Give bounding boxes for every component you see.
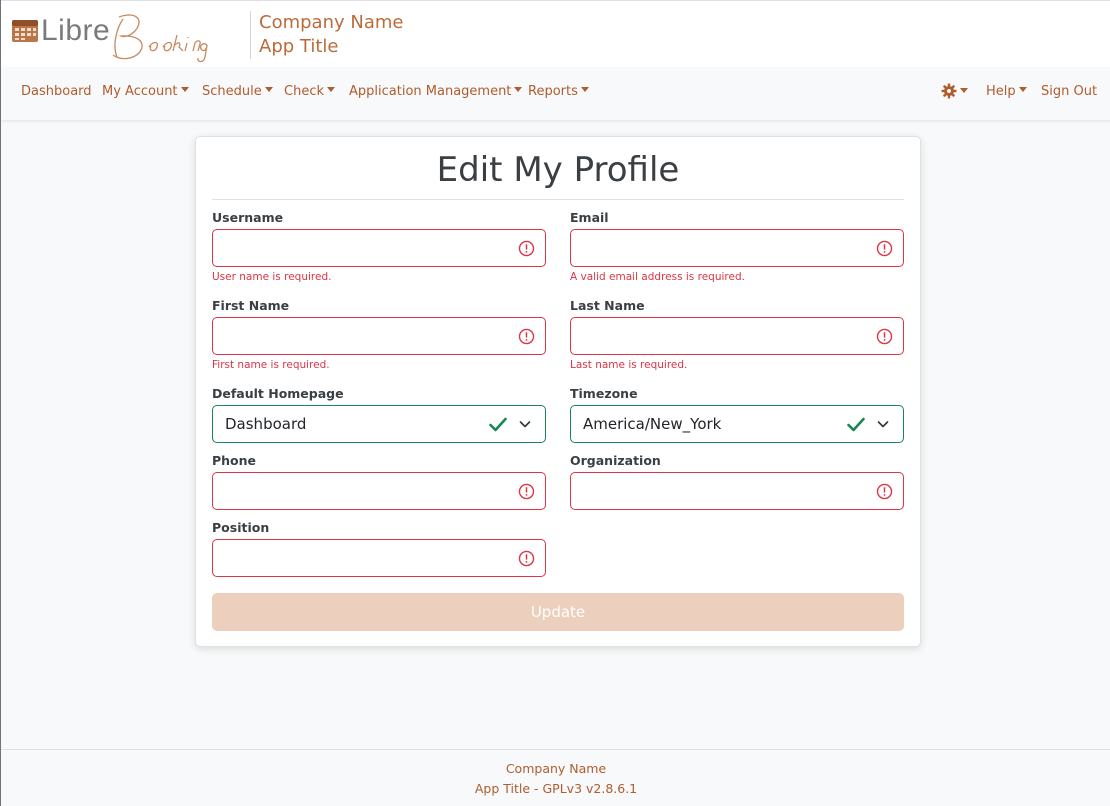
caret-down-icon — [514, 87, 523, 92]
nav-dashboard[interactable]: Dashboard — [21, 84, 92, 99]
nav-check[interactable]: Check — [284, 84, 335, 99]
error-icon — [876, 328, 893, 345]
footer-version: App Title - GPLv3 v2.8.6.1 — [474, 781, 638, 796]
header-divider — [250, 11, 251, 59]
email-input[interactable] — [570, 229, 904, 267]
timezone-value: America/New_York — [583, 415, 722, 433]
top-header: Libre Company Name App Title — [1, 0, 1110, 67]
nav-my-account[interactable]: My Account — [102, 84, 189, 99]
nav-schedule-label: Schedule — [202, 84, 262, 99]
error-icon — [876, 483, 893, 500]
nav-check-label: Check — [284, 84, 324, 99]
first-name-input[interactable] — [212, 317, 546, 355]
main-navbar: Dashboard My Account Schedule Check Appl… — [1, 67, 1110, 121]
organization-input[interactable] — [570, 472, 904, 510]
default-homepage-value: Dashboard — [225, 415, 307, 433]
default-homepage-label: Default Homepage — [212, 386, 344, 401]
logo-script-mark — [112, 14, 208, 63]
phone-input[interactable] — [212, 472, 546, 510]
check-icon — [847, 417, 865, 432]
error-icon — [876, 240, 893, 257]
default-homepage-select[interactable]: Dashboard — [212, 405, 546, 443]
nav-sign-out[interactable]: Sign Out — [1041, 84, 1097, 99]
nav-application-management-label: Application Management — [349, 84, 512, 99]
app-title: App Title — [259, 36, 339, 57]
error-icon — [518, 240, 535, 257]
calendar-icon — [12, 20, 38, 42]
gear-icon — [941, 83, 957, 99]
email-error: A valid email address is required. — [570, 271, 745, 283]
nav-reports-label: Reports — [528, 84, 578, 99]
caret-down-icon — [580, 87, 589, 92]
profile-card: Edit My Profile Username User name is re… — [195, 136, 921, 647]
caret-down-icon — [1018, 87, 1027, 92]
phone-label: Phone — [212, 453, 257, 468]
footer-company: Company Name — [505, 761, 607, 776]
nav-help-label: Help — [986, 84, 1016, 99]
error-icon — [518, 328, 535, 345]
username-error: User name is required. — [212, 271, 332, 283]
last-name-input[interactable] — [570, 317, 904, 355]
nav-help[interactable]: Help — [986, 84, 1027, 99]
error-icon — [518, 483, 535, 500]
caret-down-icon — [960, 88, 968, 93]
last-name-label: Last Name — [570, 298, 645, 313]
caret-down-icon — [180, 87, 189, 92]
company-block: Company Name App Title — [259, 11, 403, 59]
email-label: Email — [570, 210, 609, 225]
timezone-select[interactable]: America/New_York — [570, 405, 904, 443]
nav-settings[interactable] — [941, 83, 968, 100]
app-logo[interactable]: Libre — [9, 9, 244, 63]
organization-label: Organization — [570, 453, 661, 468]
nav-my-account-label: My Account — [102, 84, 178, 99]
username-label: Username — [212, 210, 284, 225]
update-button[interactable]: Update — [212, 593, 904, 631]
logo-wordmark: Libre — [41, 14, 111, 47]
title-divider — [212, 199, 904, 200]
page-footer: Company Name App Title - GPLv3 v2.8.6.1 — [1, 749, 1110, 806]
username-input[interactable] — [212, 229, 546, 267]
timezone-label: Timezone — [570, 386, 638, 401]
nav-reports[interactable]: Reports — [528, 84, 589, 99]
company-name: Company Name — [259, 12, 404, 33]
nav-schedule[interactable]: Schedule — [202, 84, 273, 99]
chevron-down-icon — [877, 421, 889, 428]
nav-application-management[interactable]: Application Management — [349, 84, 523, 99]
nav-dashboard-label: Dashboard — [21, 84, 92, 99]
position-input[interactable] — [212, 539, 546, 577]
caret-down-icon — [264, 87, 273, 92]
check-icon — [489, 417, 507, 432]
first-name-error: First name is required. — [212, 359, 330, 371]
page-title: Edit My Profile — [436, 150, 680, 190]
chevron-down-icon — [519, 421, 531, 428]
caret-down-icon — [327, 87, 335, 92]
error-icon — [518, 550, 535, 567]
first-name-label: First Name — [212, 298, 290, 313]
position-label: Position — [212, 520, 270, 535]
nav-sign-out-label: Sign Out — [1041, 84, 1098, 99]
last-name-error: Last name is required. — [570, 359, 688, 371]
